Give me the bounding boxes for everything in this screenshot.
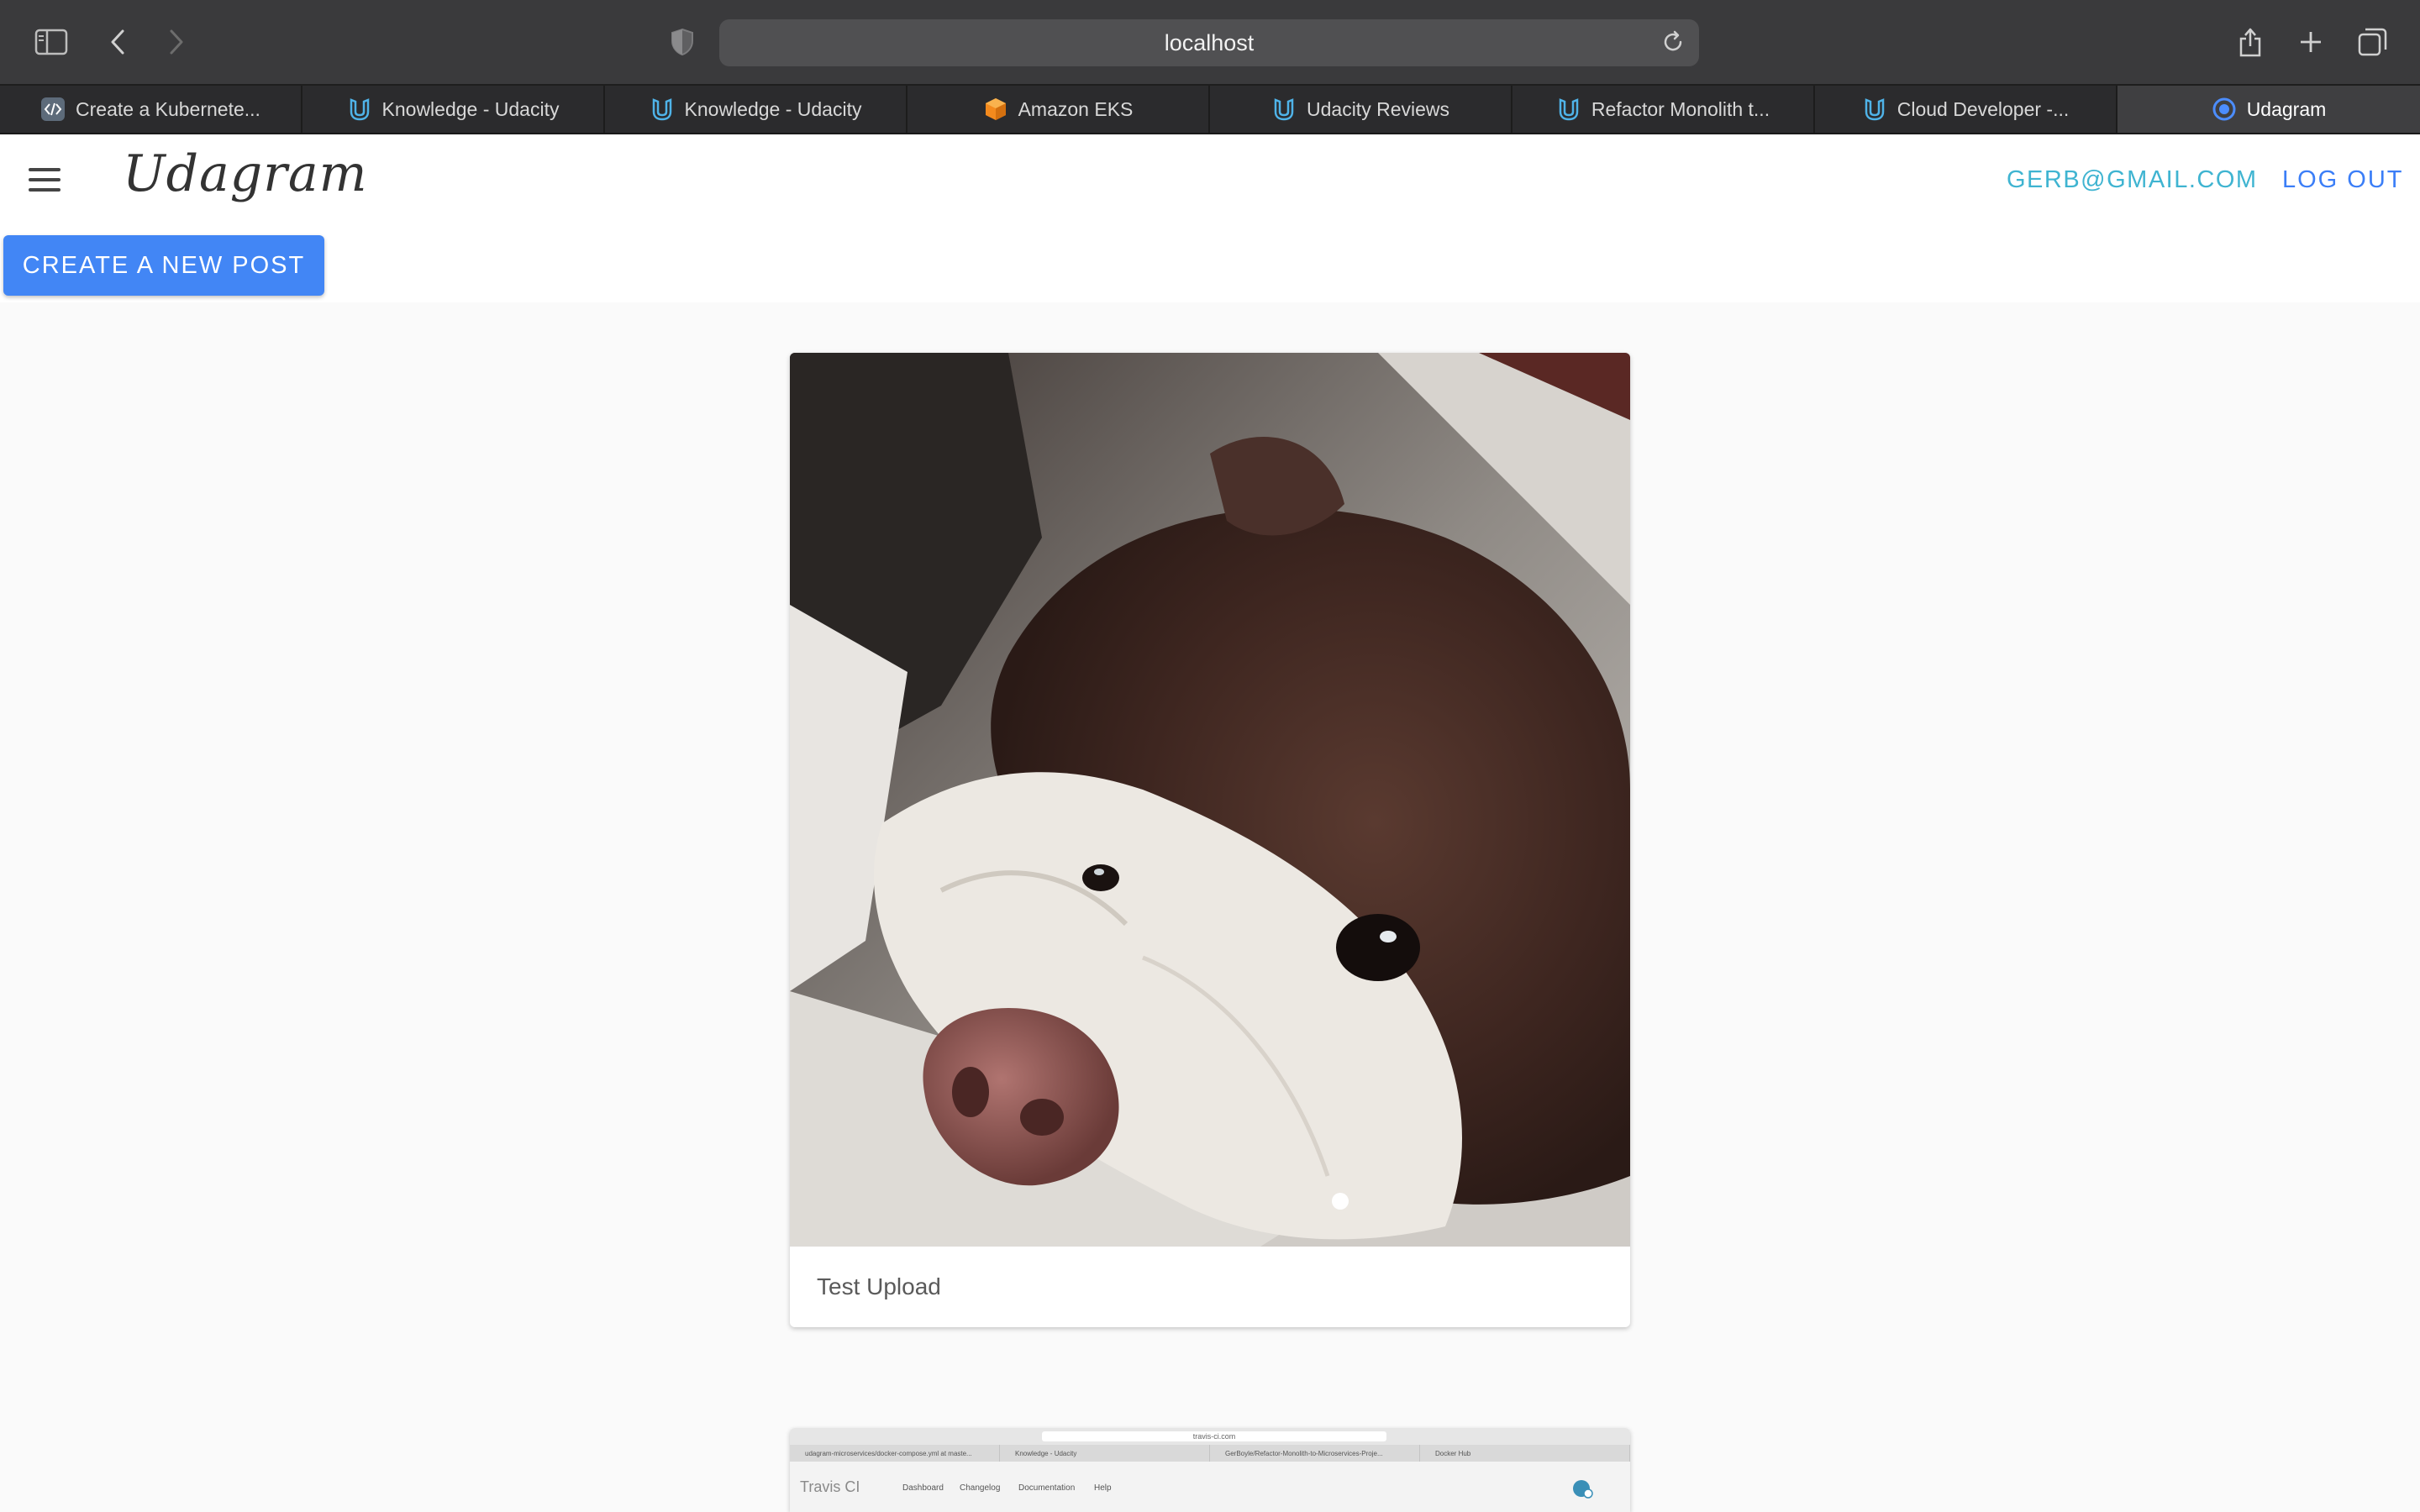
dog-photo (790, 353, 1630, 1247)
screenshot-tab: Knowledge - Udacity (1000, 1445, 1210, 1462)
browser-tab[interactable]: Udacity Reviews (1210, 86, 1512, 133)
aws-cube-icon (983, 97, 1008, 122)
browser-tab[interactable]: Knowledge - Udacity (605, 86, 908, 133)
udacity-icon (1556, 97, 1581, 122)
tab-label: Amazon EKS (1018, 97, 1134, 120)
sidebar-toggle-icon[interactable] (32, 25, 71, 59)
app-logo[interactable]: Udagram (123, 144, 368, 203)
browser-toolbar: localhost (0, 0, 2420, 86)
new-tab-icon[interactable] (2294, 25, 2328, 59)
udacity-icon (650, 97, 675, 122)
url-bar[interactable]: localhost (719, 19, 1699, 66)
privacy-shield-icon[interactable] (666, 25, 699, 59)
screenshot-tab: Docker Hub (1420, 1445, 1630, 1462)
url-text: localhost (1164, 29, 1255, 55)
back-icon[interactable] (101, 25, 134, 59)
feed-item-card: Test Upload (790, 353, 1630, 1327)
udacity-icon (347, 97, 372, 122)
browser-tab[interactable]: Refactor Monolith t... (1512, 86, 1815, 133)
screenshot-tabs: udagram-microservices/docker-compose.yml… (790, 1445, 1630, 1462)
screenshot-nav-link: Help (1094, 1483, 1112, 1493)
tab-label: Knowledge - Udacity (684, 97, 862, 120)
avatar-icon (1573, 1480, 1593, 1499)
screenshot-brand: Travis CI (800, 1478, 860, 1495)
udacity-icon (1271, 97, 1297, 122)
reload-icon[interactable] (1660, 29, 1686, 60)
tab-label: Udacity Reviews (1307, 97, 1449, 120)
screenshot-tab: udagram-microservices/docker-compose.yml… (790, 1445, 1000, 1462)
browser-tab[interactable]: Create a Kubernete... (0, 86, 302, 133)
user-email-link[interactable]: GERB@GMAIL.COM (2007, 166, 2258, 194)
create-post-bar: CREATE A NEW POST (0, 228, 2420, 302)
tab-label: Refactor Monolith t... (1591, 97, 1770, 120)
screenshot-url: travis-ci.com (1042, 1431, 1386, 1441)
tab-label: Udagram (2246, 97, 2327, 120)
tab-label: Cloud Developer -... (1897, 97, 2070, 120)
screenshot-nav-link: Documentation (1018, 1483, 1076, 1493)
screenshot-nav-link: Dashboard (902, 1483, 944, 1493)
tab-overview-icon[interactable] (2354, 24, 2391, 60)
ionic-icon (2212, 97, 2237, 122)
tab-label: Create a Kubernete... (76, 97, 260, 120)
tab-label: Knowledge - Udacity (381, 97, 560, 120)
screenshot-tab: GerBoyle/Refactor-Monolith-to-Microservi… (1210, 1445, 1420, 1462)
share-icon[interactable] (2233, 22, 2267, 60)
forward-icon[interactable] (160, 25, 193, 59)
hamburger-menu-icon[interactable] (29, 165, 64, 198)
browser-tab[interactable]: Cloud Developer -... (1815, 86, 2118, 133)
code-icon (40, 97, 66, 122)
logout-button[interactable]: LOG OUT (2282, 166, 2404, 194)
screenshot-toolbar: travis-ci.com (790, 1428, 1630, 1446)
app-header: Udagram GERB@GMAIL.COM LOG OUT (0, 134, 2420, 228)
browser-tab-active[interactable]: Udagram (2118, 86, 2420, 133)
post-caption: Test Upload (817, 1273, 941, 1299)
screenshot-nav-link: Changelog (960, 1483, 1001, 1493)
browser-tab-bar: Create a Kubernete... Knowledge - Udacit… (0, 86, 2420, 134)
screenshot-nav: Travis CI Dashboard Changelog Documentat… (790, 1462, 1630, 1512)
create-post-button[interactable]: CREATE A NEW POST (3, 235, 324, 296)
browser-tab[interactable]: Knowledge - Udacity (302, 86, 605, 133)
udacity-icon (1862, 97, 1887, 122)
browser-tab[interactable]: Amazon EKS (908, 86, 1210, 133)
feed-item-card: travis-ci.com udagram-microservices/dock… (790, 1428, 1630, 1512)
